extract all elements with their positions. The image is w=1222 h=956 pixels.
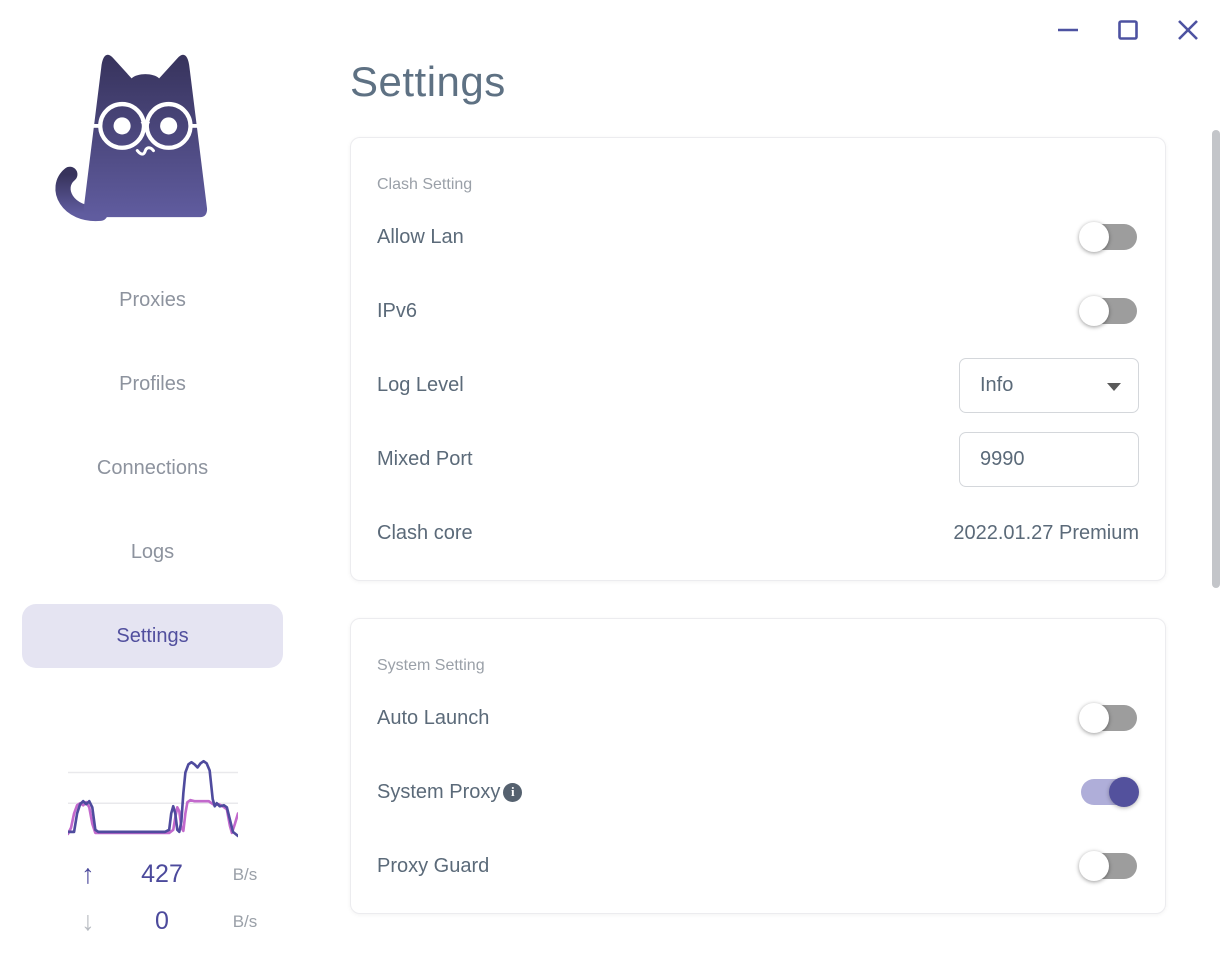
traffic-sparkline-chart [66, 759, 240, 838]
setting-label: IPv6 [377, 299, 418, 322]
setting-row-proxy-guard: Proxy Guard [377, 829, 1139, 903]
sidebar: Proxies Profiles Connections Logs Settin… [0, 0, 305, 956]
toggle-thumb [1109, 777, 1139, 807]
card-section-label: System Setting [377, 657, 485, 674]
auto-launch-toggle[interactable] [1079, 703, 1137, 733]
sidebar-item-settings[interactable]: Settings [22, 604, 283, 668]
setting-label: Proxy Guard [377, 854, 490, 877]
allow-lan-toggle[interactable] [1079, 222, 1137, 252]
scrollbar[interactable] [1212, 130, 1220, 588]
setting-label: Log Level [377, 373, 464, 396]
clash-core-version: 2022.01.27 Premium [953, 521, 1139, 544]
minimize-button[interactable] [1056, 14, 1080, 46]
setting-label: System Proxy i [377, 780, 523, 804]
proxy-guard-toggle[interactable] [1079, 851, 1137, 881]
upload-speed-value: 427 [141, 860, 183, 888]
toggle-thumb [1079, 851, 1109, 881]
page-title: Settings [350, 58, 506, 105]
download-speed-unit: B/s [232, 911, 258, 931]
clash-setting-card: Clash Setting Allow Lan IPv6 Log Level I… [350, 137, 1166, 581]
ipv6-toggle[interactable] [1079, 296, 1137, 326]
log-level-select[interactable]: Info [959, 357, 1139, 413]
toggle-thumb [1079, 703, 1109, 733]
close-button[interactable] [1176, 14, 1200, 46]
mixed-port-field [959, 431, 1139, 487]
main-content: Settings Clash Setting Allow Lan IPv6 Lo… [305, 0, 1185, 956]
setting-row-allow-lan: Allow Lan [377, 200, 1139, 274]
upload-speed-row: ↑ 427 B/s [62, 859, 305, 890]
setting-row-ipv6: IPv6 [377, 274, 1139, 348]
maximize-button[interactable] [1116, 14, 1140, 46]
sidebar-item-proxies[interactable]: Proxies [22, 268, 283, 332]
info-icon[interactable]: i [503, 782, 523, 802]
setting-label: Auto Launch [377, 706, 490, 729]
chevron-down-icon [1107, 382, 1121, 391]
setting-row-mixed-port: Mixed Port [377, 422, 1139, 496]
setting-row-auto-launch: Auto Launch [377, 681, 1139, 755]
card-section-label: Clash Setting [377, 176, 473, 193]
setting-label: Allow Lan [377, 225, 464, 248]
up-arrow-icon: ↑ [81, 859, 95, 889]
log-level-selected-value: Info [980, 373, 1014, 396]
close-icon [1178, 20, 1198, 40]
sidebar-item-logs[interactable]: Logs [22, 520, 283, 584]
upload-speed-unit: B/s [232, 864, 258, 884]
setting-row-log-level: Log Level Info [377, 348, 1139, 422]
minimize-icon [1058, 28, 1078, 32]
maximize-icon [1118, 20, 1138, 40]
down-arrow-icon: ↓ [81, 906, 95, 936]
download-speed-value: 0 [155, 907, 169, 935]
sidebar-nav: Proxies Profiles Connections Logs Settin… [22, 268, 283, 688]
system-proxy-toggle[interactable] [1081, 777, 1139, 807]
sidebar-item-connections[interactable]: Connections [22, 436, 283, 500]
download-speed-row: ↓ 0 B/s [62, 906, 305, 937]
setting-label-text: System Proxy [377, 780, 501, 803]
setting-row-clash-core: Clash core 2022.01.27 Premium [377, 496, 1139, 570]
mixed-port-input[interactable] [960, 447, 1100, 471]
window-controls [1056, 14, 1200, 46]
system-setting-card: System Setting Auto Launch System Proxy … [350, 618, 1166, 914]
traffic-monitor: ↑ 427 B/s ↓ 0 B/s [0, 750, 305, 937]
setting-row-system-proxy: System Proxy i [377, 755, 1139, 829]
sidebar-item-profiles[interactable]: Profiles [22, 352, 283, 416]
toggle-thumb [1079, 222, 1109, 252]
setting-label: Clash core [377, 521, 473, 544]
clash-cat-logo [55, 54, 208, 221]
toggle-thumb [1079, 296, 1109, 326]
setting-label: Mixed Port [377, 447, 473, 470]
